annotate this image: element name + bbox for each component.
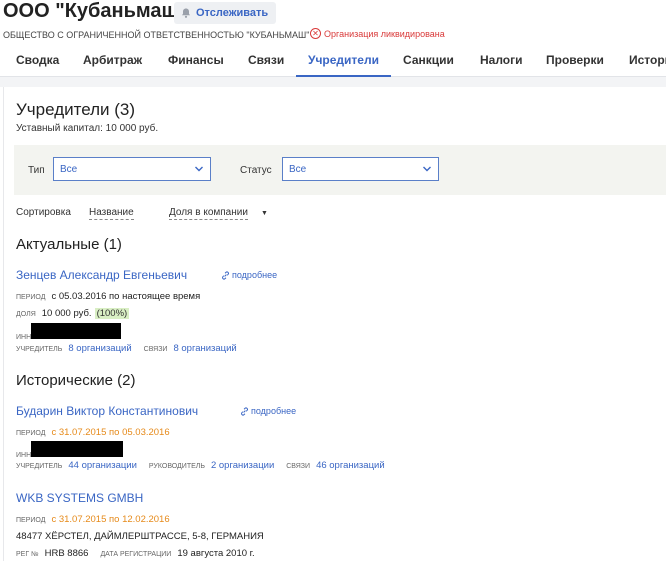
tab-summary[interactable]: Сводка — [16, 44, 59, 76]
reg-no: HRB 8866 — [44, 548, 89, 559]
founder-orgs-link[interactable]: 8 организаций — [68, 343, 131, 354]
founder-period: с 31.07.2015 по 05.03.2016 — [51, 427, 170, 438]
sort-by-share[interactable]: Доля в компании — [169, 207, 248, 220]
reg-no-label: рег № — [16, 551, 39, 558]
page-title: Учредители (3) — [16, 100, 136, 119]
follow-label: Отслеживать — [196, 7, 269, 19]
type-filter-label: Тип — [28, 165, 45, 176]
period-label: период — [16, 517, 46, 524]
link-icon — [241, 406, 248, 416]
founder-inn-row: ИНН — [16, 441, 124, 459]
founder-period-row: период с 05.03.2016 по настоящее время — [16, 291, 200, 302]
close-circle-icon: ✕ — [310, 28, 321, 39]
company-full-name: ОБЩЕСТВО С ОГРАНИЧЕННОЙ ОТВЕТСТВЕННОСТЬЮ… — [3, 30, 310, 40]
more-label: подробнее — [251, 406, 297, 416]
reg-date-label: дата регистрации — [100, 551, 172, 558]
tab-bar: Сводка Арбитраж Финансы Связи Учредители… — [0, 44, 666, 77]
inn-label: ИНН — [16, 452, 32, 459]
status-text: Организация ликвидирована — [324, 28, 445, 39]
links-count-label: связи — [286, 463, 311, 470]
share-amount: 10 000 руб. — [41, 308, 92, 319]
founder-period: с 05.03.2016 по настоящее время — [51, 291, 201, 302]
founder-share-row: доля 10 000 руб. (100%) — [16, 308, 130, 319]
more-link[interactable]: подробнее — [240, 406, 296, 416]
filter-panel: Тип Все Статус Все — [14, 145, 666, 195]
founder-address: 48477 ХЁРСТЕЛ, ДАЙМЛЕРШТРАССЕ, 5-8, ГЕРМ… — [16, 531, 264, 542]
period-label: период — [16, 430, 46, 437]
founder-name-link[interactable]: Зенцев Александр Евгеньевич — [16, 268, 187, 282]
status-badge: ✕ Организация ликвидирована — [310, 28, 445, 39]
founder-registration-row: рег № HRB 8866 дата регистрации 19 авгус… — [16, 548, 255, 559]
tab-links[interactable]: Связи — [248, 44, 284, 76]
sort-by-name[interactable]: Название — [89, 207, 134, 220]
bell-icon — [182, 8, 190, 18]
founder-orgs-link[interactable]: 44 организации — [68, 460, 137, 471]
more-label: подробнее — [232, 270, 278, 280]
more-link[interactable]: подробнее — [221, 270, 277, 280]
tab-arbitration[interactable]: Арбитраж — [83, 44, 142, 76]
sort-label: Сортировка — [16, 207, 71, 218]
founder-period-row: период с 31.07.2015 по 05.03.2016 — [16, 427, 170, 438]
links-count-label: связи — [143, 346, 168, 353]
founder-period-row: период с 31.07.2015 по 12.02.2016 — [16, 514, 170, 525]
director-orgs-link[interactable]: 2 организации — [211, 460, 274, 471]
founder-inn-row: ИНН — [16, 323, 122, 341]
redacted-inn — [31, 441, 124, 457]
share-label: доля — [16, 311, 36, 318]
inn-label: ИНН — [16, 334, 32, 341]
status-filter-value: Все — [289, 163, 307, 175]
founder-name-link[interactable]: WKB SYSTEMS GMBH — [16, 491, 143, 505]
founder-links-row: учредитель 44 организации руководитель 2… — [16, 460, 385, 471]
chevron-down-icon — [195, 166, 203, 172]
founder-period: с 31.07.2015 по 12.02.2016 — [51, 514, 170, 525]
founder-name-link[interactable]: Бударин Виктор Константинович — [16, 404, 198, 418]
director-count-label: руководитель — [148, 463, 205, 470]
type-filter-select[interactable]: Все — [53, 157, 211, 181]
caret-down-icon: ▼ — [261, 210, 268, 217]
link-orgs-link[interactable]: 46 организаций — [316, 460, 385, 471]
type-filter-value: Все — [60, 163, 78, 175]
status-filter-select[interactable]: Все — [282, 157, 439, 181]
status-filter-label: Статус — [240, 165, 272, 176]
founder-links-row: учредитель 8 организаций связи 8 организ… — [16, 343, 237, 354]
founder-address-row: 48477 ХЁРСТЕЛ, ДАЙМЛЕРШТРАССЕ, 5-8, ГЕРМ… — [16, 531, 264, 542]
chevron-down-icon — [423, 166, 431, 172]
current-section-title: Актуальные (1) — [16, 236, 122, 253]
redacted-inn — [31, 323, 122, 339]
tab-founders[interactable]: Учредители — [296, 44, 391, 77]
share-percent: (100%) — [94, 308, 130, 319]
company-title: ООО "Кубаньмаш" — [3, 0, 188, 22]
historical-section-title: Исторические (2) — [16, 372, 136, 389]
reg-date: 19 августа 2010 г. — [177, 548, 255, 559]
tab-history[interactable]: История — [629, 44, 666, 76]
tab-inspections[interactable]: Проверки — [546, 44, 604, 76]
period-label: период — [16, 294, 46, 301]
tab-sanctions[interactable]: Санкции — [403, 44, 454, 76]
founder-count-label: учредитель — [16, 463, 63, 470]
tab-taxes[interactable]: Налоги — [480, 44, 523, 76]
tab-finances[interactable]: Финансы — [168, 44, 224, 76]
founders-card: Учредители (3) Уставный капитал: 10 000 … — [3, 87, 666, 561]
authorized-capital: Уставный капитал: 10 000 руб. — [16, 123, 159, 134]
section-separator — [0, 77, 666, 87]
follow-button[interactable]: Отслеживать — [174, 2, 277, 24]
link-icon — [222, 270, 229, 280]
link-orgs-link[interactable]: 8 организаций — [173, 343, 236, 354]
founder-count-label: учредитель — [16, 346, 63, 353]
